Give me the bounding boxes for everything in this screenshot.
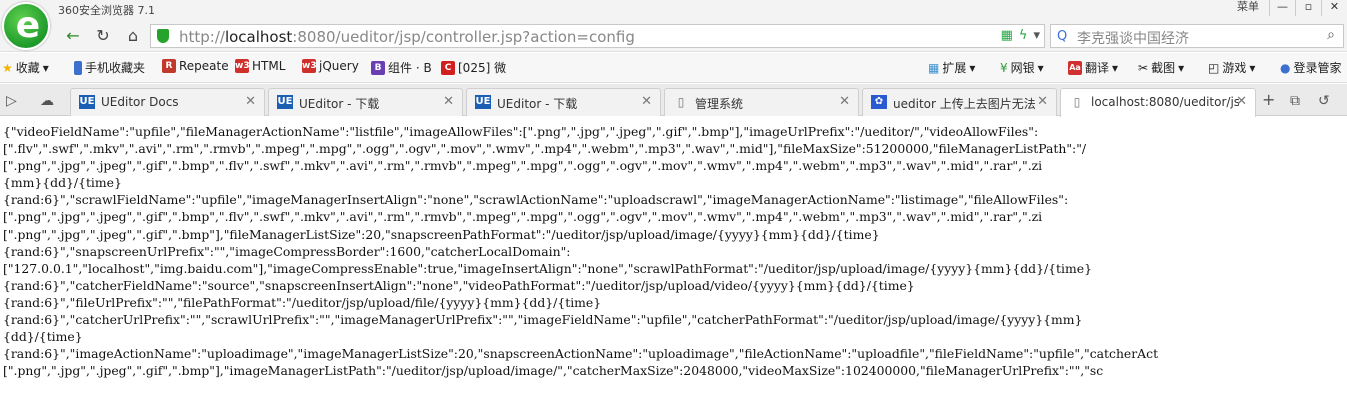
toolbar-games[interactable]: ◰ 游戏 ▾: [1208, 59, 1255, 76]
toolbar-screenshot[interactable]: ✂ 截图 ▾: [1138, 59, 1184, 76]
home-icon[interactable]: ⌂: [122, 25, 144, 47]
json-line: [".png",".jpg",".jpeg",".gif",".bmp",".f…: [3, 158, 1043, 174]
tab-admin-system[interactable]: ▯ 管理系统 ✕: [664, 88, 859, 116]
json-line: {rand:6}","imageActionName":"uploadimage…: [3, 346, 1159, 362]
close-tab-icon[interactable]: ✕: [1236, 94, 1247, 109]
ueditor-icon: UE: [277, 95, 293, 109]
ueditor-icon: UE: [79, 95, 95, 109]
bookmark-favorites[interactable]: ★ 收藏 ▾: [2, 59, 49, 76]
bookmark-components[interactable]: B 组件 · B: [371, 59, 432, 76]
baidu-paw-icon: ✿: [871, 95, 887, 109]
json-line: {rand:6}","scrawlFieldName":"upfile","im…: [3, 192, 1069, 208]
toolbar-login-manager[interactable]: ● 登录管家: [1280, 59, 1342, 76]
navigation-bar: ← ↻ ⌂ http://localhost:8080/ueditor/jsp/…: [0, 20, 1347, 52]
ueditor-icon: UE: [475, 95, 491, 109]
minimize-button[interactable]: —: [1269, 0, 1295, 16]
maximize-button[interactable]: ▫: [1295, 0, 1321, 16]
search-icon[interactable]: ⌕: [1327, 27, 1335, 43]
tab-ueditor-question[interactable]: ✿ ueditor 上传上去图片无法 ✕: [862, 88, 1057, 116]
repeate-icon: R: [162, 59, 176, 73]
translate-icon: Aa: [1068, 60, 1082, 75]
bookmark-repeate[interactable]: R Repeate: [162, 59, 229, 73]
search-box[interactable]: Q 李克强谈中国经济 ⌕: [1050, 24, 1344, 48]
back-arrow-icon[interactable]: ←: [62, 25, 84, 47]
bookmarks-bar: ★ 收藏 ▾ 手机收藏夹 R Repeate w3 HTML w3 jQuery B 组件 …: [0, 53, 1347, 83]
json-line: {dd}/{time}: [3, 329, 83, 345]
toolbar-netbank[interactable]: ¥ 网银 ▾: [1000, 59, 1044, 76]
tab-ueditor-docs[interactable]: UE UEditor Docs ✕: [70, 88, 265, 116]
json-line: {rand:6}","fileUrlPrefix":"","filePathFo…: [3, 294, 602, 310]
gamepad-icon: ◰: [1208, 60, 1220, 75]
tab-bar: ▷ ☁ UE UEditor Docs ✕ UE UEditor - 下载 ✕ …: [0, 84, 1347, 117]
tab-list-icon[interactable]: ⧉: [1290, 93, 1300, 109]
close-tab-icon[interactable]: ✕: [1037, 94, 1048, 109]
c-icon: C: [441, 60, 455, 75]
app-title: 360安全浏览器 7.1: [58, 4, 155, 17]
bookmark-jquery[interactable]: w3 jQuery: [302, 59, 359, 73]
json-line: {mm}{dd}/{time}: [3, 175, 122, 191]
json-line: {rand:6}","catcherUrlPrefix":"","scrawlU…: [3, 312, 1083, 328]
json-line: [".png",".jpg",".jpeg",".gif",".bmp",".f…: [3, 209, 1043, 225]
json-line: {rand:6}","catcherFieldName":"source","s…: [3, 277, 915, 293]
bootstrap-icon: B: [371, 60, 385, 75]
close-tab-icon[interactable]: ✕: [641, 94, 652, 109]
url-text[interactable]: http://localhost:8080/ueditor/jsp/contro…: [179, 28, 635, 46]
dropdown-icon[interactable]: ▾: [1033, 28, 1040, 43]
cloud-icon[interactable]: ☁: [40, 93, 54, 109]
page-content: {"videoFieldName":"upfile","fileManagerA…: [0, 118, 1347, 414]
search-input[interactable]: 李克强谈中国经济: [1077, 28, 1189, 48]
json-line: {"videoFieldName":"upfile","fileManagerA…: [3, 124, 1039, 139]
star-icon: ★: [2, 60, 13, 75]
close-tab-icon[interactable]: ✕: [245, 94, 256, 109]
page-icon: ▯: [677, 95, 685, 109]
close-tab-icon[interactable]: ✕: [839, 94, 850, 109]
money-icon: ¥: [1000, 60, 1008, 75]
toolbar-translate[interactable]: Aa 翻译 ▾: [1068, 59, 1118, 76]
tab-ueditor-download-1[interactable]: UE UEditor - 下载 ✕: [268, 88, 463, 116]
qrcode-icon[interactable]: ▦: [1001, 28, 1013, 43]
w3school-icon: w3: [302, 59, 317, 73]
shield-icon: [157, 29, 169, 43]
undo-close-icon[interactable]: ↺: [1318, 93, 1330, 109]
bookmark-mobile[interactable]: 手机收藏夹: [74, 59, 145, 76]
new-tab-icon[interactable]: +: [1262, 90, 1275, 109]
refresh-icon[interactable]: ↻: [92, 25, 114, 47]
page-icon: ▯: [1073, 95, 1081, 109]
json-line: [".png",".jpg",".jpeg",".gif",".bmp"],"f…: [3, 226, 880, 242]
search-engine-icon[interactable]: Q: [1057, 29, 1067, 44]
grid-icon: ▦: [928, 60, 940, 75]
toolbar-extensions[interactable]: ▦ 扩展 ▾: [928, 59, 975, 76]
window-controls: 菜单 — ▫ ✕: [1227, 0, 1347, 16]
menu-button[interactable]: 菜单: [1227, 0, 1269, 16]
json-line: [".flv",".swf",".mkv",".avi",".rm",".rmv…: [3, 141, 1087, 157]
json-response-text: {"videoFieldName":"upfile","fileManagerA…: [3, 123, 1158, 379]
user-icon: ●: [1280, 60, 1291, 75]
browser-logo[interactable]: e: [2, 2, 50, 50]
title-bar: 360安全浏览器 7.1 菜单 — ▫ ✕: [0, 0, 1347, 20]
tab-ueditor-download-2[interactable]: UE UEditor - 下载 ✕: [466, 88, 661, 116]
address-bar-icons: ▦ ϟ ▾: [1001, 28, 1040, 43]
bookmark-025[interactable]: C [025] 微: [441, 59, 506, 76]
w3school-icon: w3: [235, 59, 250, 73]
json-line: [".png",".jpg",".jpeg",".gif",".bmp"],"i…: [3, 363, 1104, 379]
json-line: {rand:6}","snapscreenUrlPrefix":"","imag…: [3, 243, 571, 259]
sidebar-toggle-icon[interactable]: ▷: [6, 93, 17, 109]
json-line: ["127.0.0.1","localhost","img.baidu.com"…: [3, 260, 1092, 276]
lightning-icon[interactable]: ϟ: [1019, 28, 1028, 43]
scissors-icon: ✂: [1138, 60, 1149, 75]
tab-localhost-config[interactable]: ▯ localhost:8080/ueditor/js ✕: [1060, 88, 1256, 117]
close-button[interactable]: ✕: [1321, 0, 1347, 16]
bookmark-html[interactable]: w3 HTML: [235, 59, 285, 73]
close-tab-icon[interactable]: ✕: [443, 94, 454, 109]
phone-icon: [74, 60, 82, 75]
address-bar[interactable]: http://localhost:8080/ueditor/jsp/contro…: [150, 24, 1045, 48]
